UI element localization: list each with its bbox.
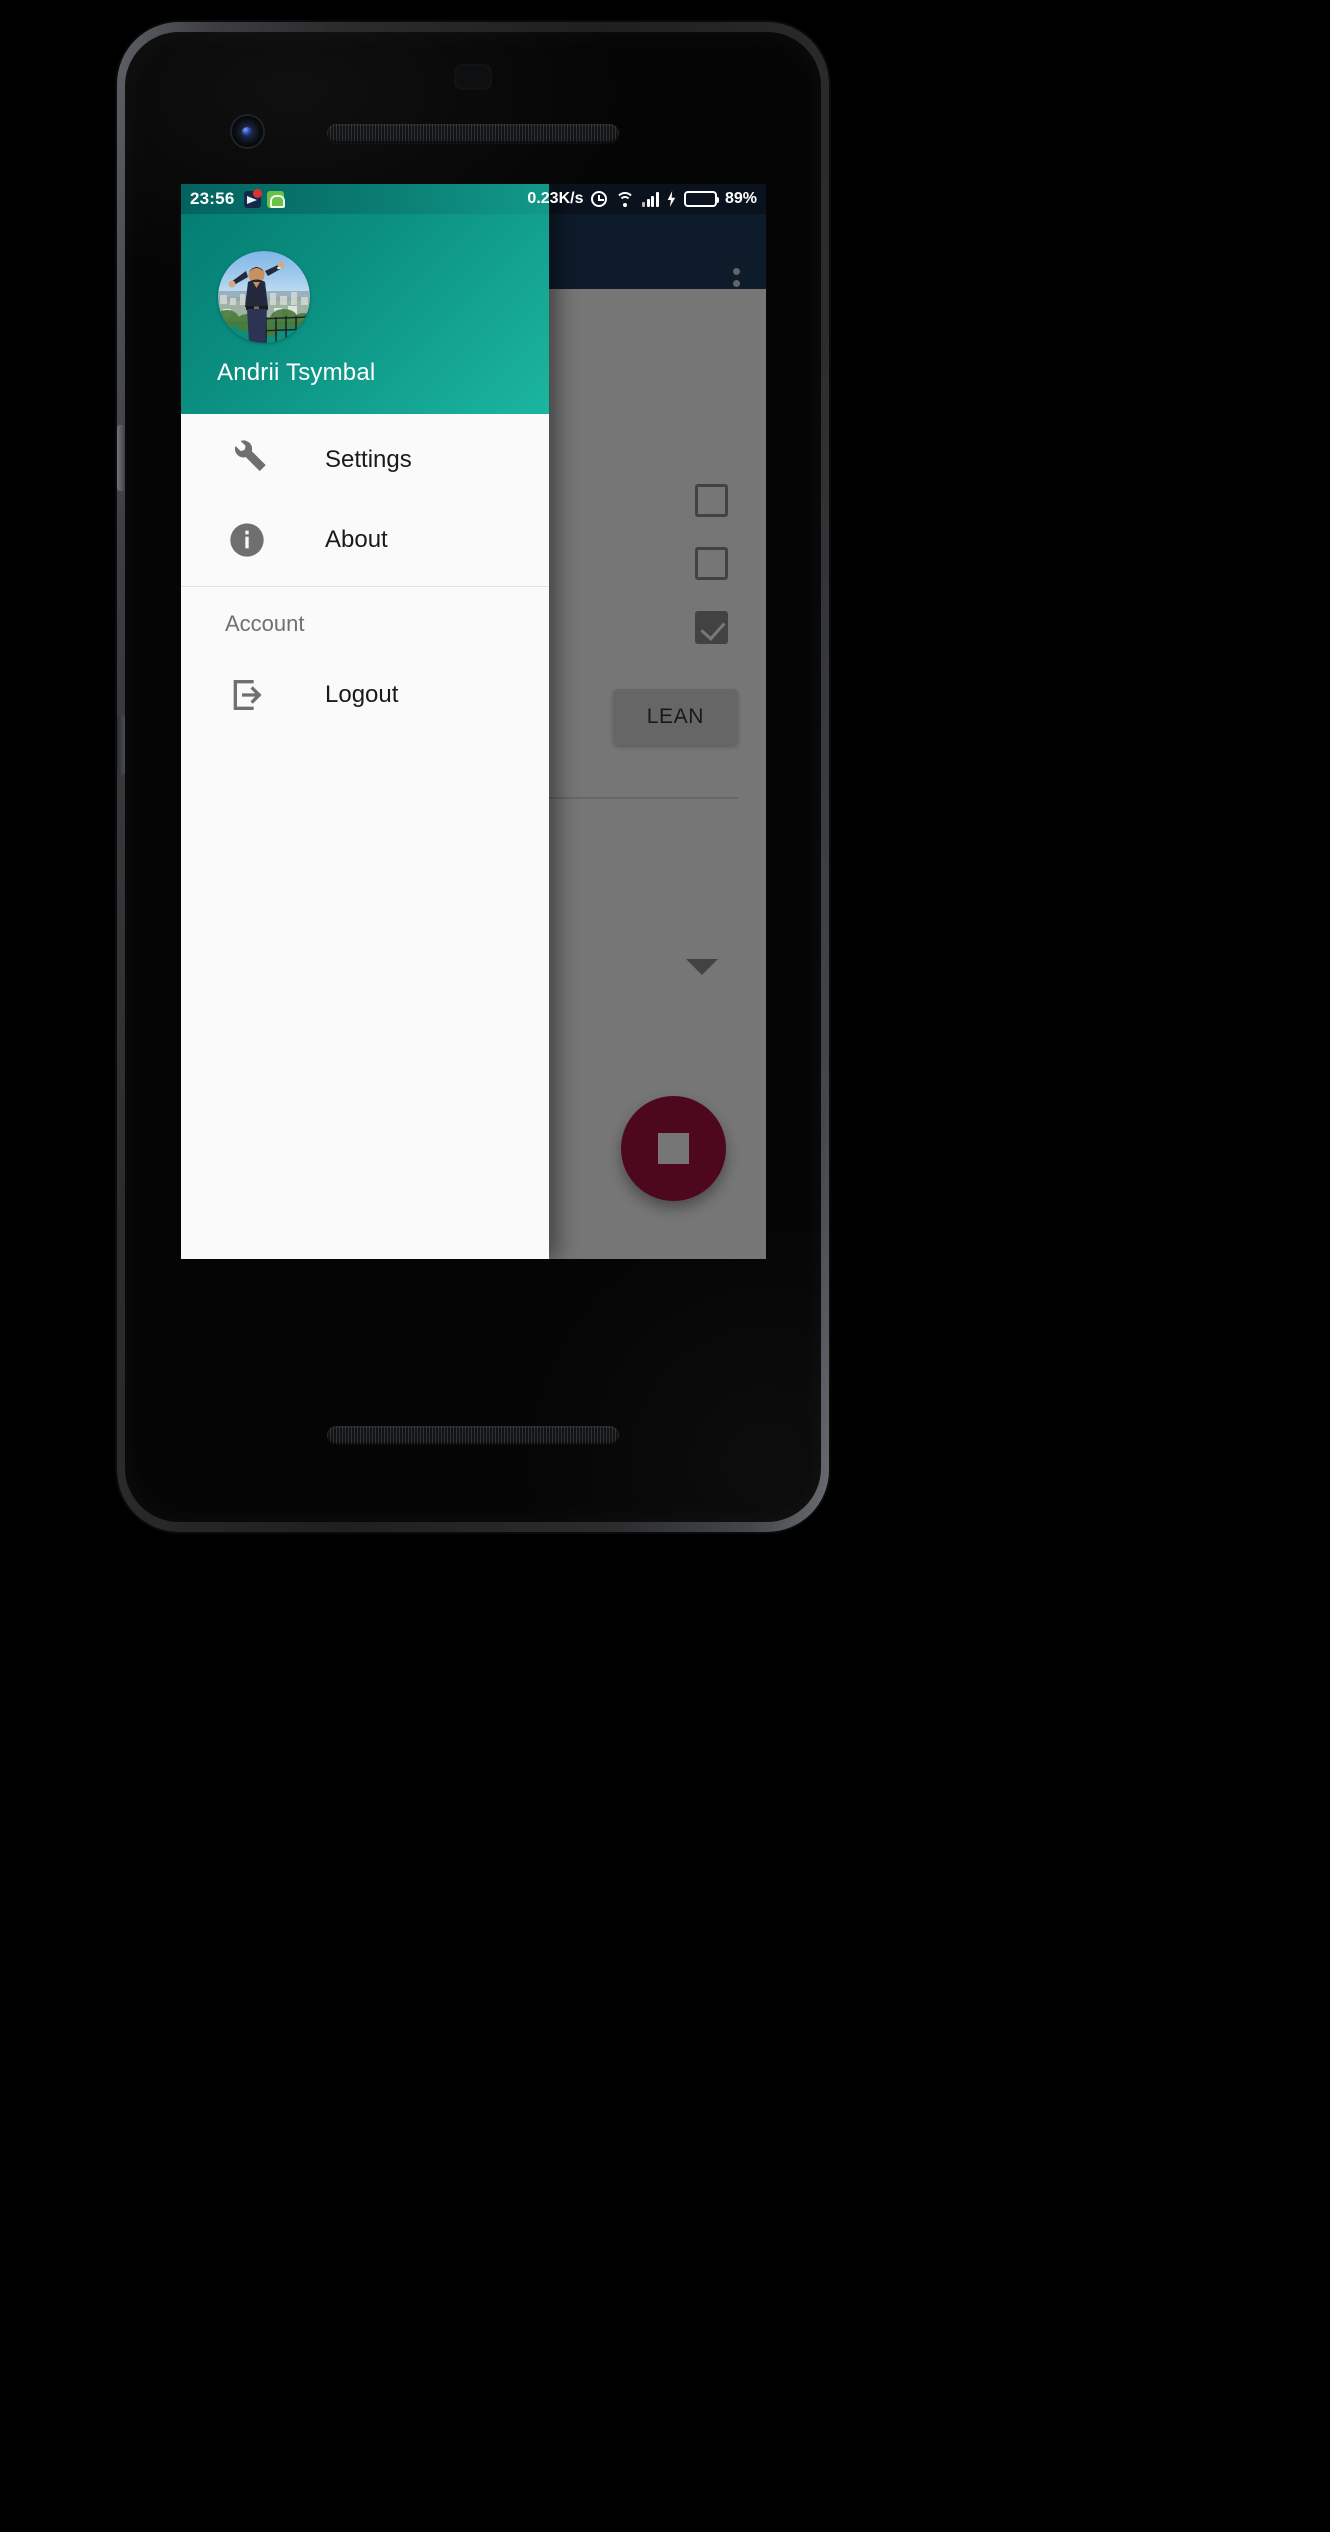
phone-glass: ded LEAN evice bbox=[125, 32, 821, 1522]
front-camera-icon bbox=[232, 116, 263, 147]
statusbar-left: 23:56 bbox=[181, 184, 549, 214]
device-screen: ded LEAN evice bbox=[181, 184, 766, 1259]
network-speed-text: 0.23K/s bbox=[527, 190, 584, 207]
drawer-item-label: Logout bbox=[325, 681, 399, 708]
drawer-item-label: About bbox=[325, 526, 388, 553]
drawer-group-account: Account Logout bbox=[181, 586, 549, 741]
logout-icon bbox=[225, 674, 268, 717]
signal-icon bbox=[642, 191, 659, 207]
drawer-item-settings[interactable]: Settings bbox=[181, 420, 549, 500]
telegram-icon bbox=[244, 188, 263, 208]
screenshot-stage: ded LEAN evice bbox=[0, 0, 1330, 2532]
navigation-drawer: Andrii Tsymbal Settings About Account Lo… bbox=[181, 184, 549, 1259]
wrench-icon bbox=[225, 439, 268, 482]
battery-percent-text: 89% bbox=[724, 190, 757, 207]
earpiece-speaker-icon bbox=[327, 124, 619, 143]
charging-bolt-icon bbox=[667, 191, 676, 207]
drawer-body: Settings About Account Logout bbox=[181, 414, 549, 1259]
statusbar-time: 23:56 bbox=[190, 189, 235, 208]
drawer-username: Andrii Tsymbal bbox=[217, 359, 376, 386]
android-app-icon bbox=[267, 190, 286, 208]
phone-mockup: ded LEAN evice bbox=[62, 10, 829, 1532]
drawer-group-main: Settings About bbox=[181, 414, 549, 586]
statusbar-right: 0.23K/s 89% bbox=[527, 184, 757, 214]
battery-icon bbox=[683, 191, 719, 207]
drawer-item-label: Settings bbox=[325, 446, 412, 473]
wifi-icon bbox=[615, 191, 635, 207]
bottom-speaker-icon bbox=[327, 1426, 619, 1445]
drawer-item-about[interactable]: About bbox=[181, 500, 549, 580]
statusbar-notification-icons bbox=[244, 188, 286, 208]
sim-tray[interactable] bbox=[117, 715, 125, 775]
alarm-icon bbox=[591, 191, 608, 207]
proximity-sensor-icon bbox=[454, 64, 492, 90]
drawer-subheader-account: Account bbox=[225, 611, 305, 636]
info-circle-icon bbox=[225, 519, 268, 562]
drawer-item-logout[interactable]: Logout bbox=[181, 655, 549, 735]
avatar[interactable] bbox=[218, 251, 310, 343]
drawer-header: Andrii Tsymbal bbox=[181, 184, 549, 414]
